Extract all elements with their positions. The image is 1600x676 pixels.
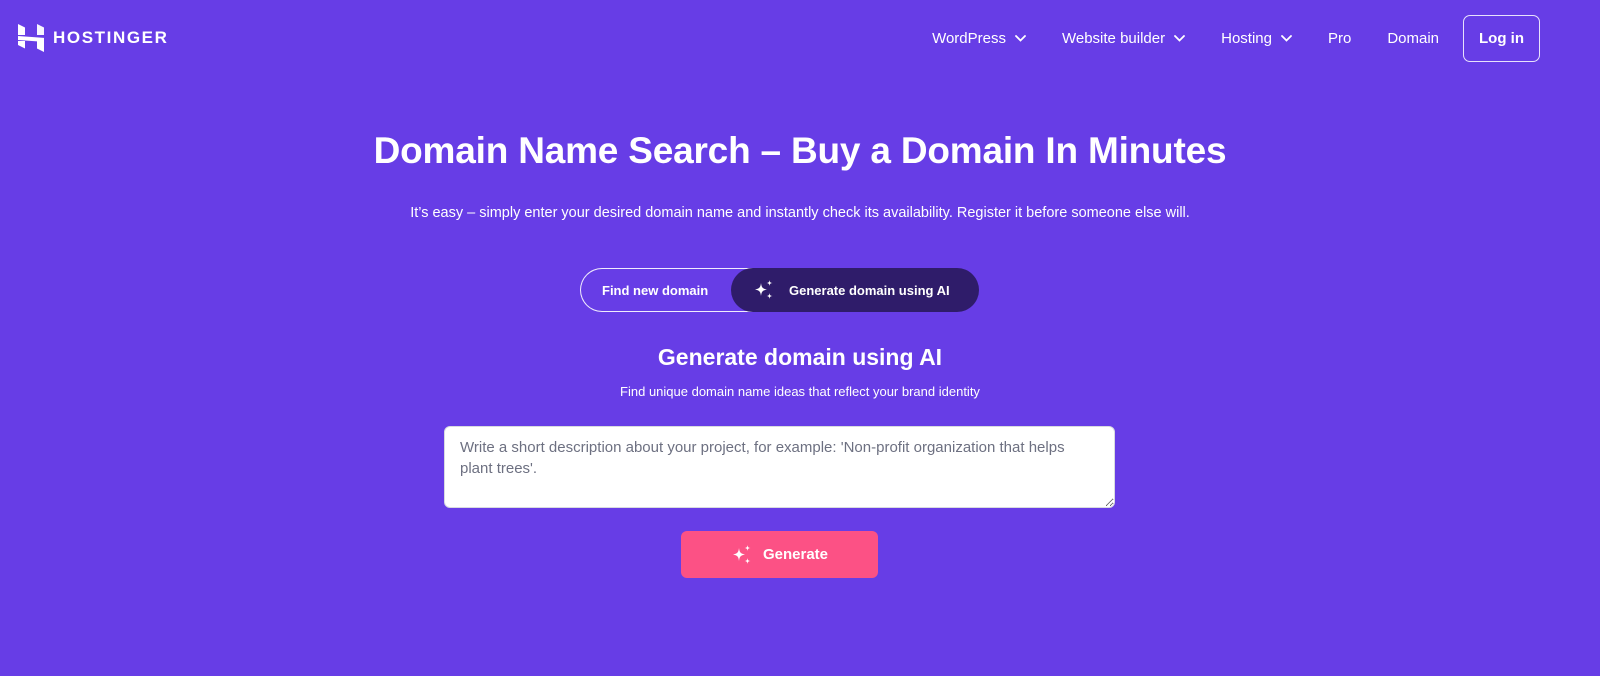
tab-label: Find new domain bbox=[602, 282, 709, 298]
nav-item-domain[interactable]: Domain bbox=[1387, 30, 1439, 47]
search-mode-toggle: Find new domain Generate domain using AI bbox=[580, 268, 979, 312]
hostinger-logo-icon bbox=[18, 24, 44, 52]
nav-item-website-builder[interactable]: Website builder bbox=[1061, 29, 1186, 47]
nav-item-label: Hosting bbox=[1221, 29, 1272, 47]
ai-section-title: Generate domain using AI bbox=[657, 344, 943, 370]
chevron-down-icon bbox=[1015, 34, 1026, 42]
top-nav-bar: HOSTINGER WordPress Website builder Host… bbox=[0, 0, 1600, 76]
chevron-down-icon bbox=[1174, 34, 1186, 42]
nav-item-hosting[interactable]: Hosting bbox=[1221, 30, 1292, 47]
project-description-input[interactable] bbox=[444, 426, 1115, 508]
tab-label: Generate domain using AI bbox=[789, 282, 950, 298]
chevron-down-icon bbox=[1281, 34, 1292, 42]
login-button[interactable]: Log in bbox=[1463, 14, 1540, 62]
page-subtitle: It’s easy – simply enter your desired do… bbox=[410, 205, 1190, 221]
nav-item-label: Pro bbox=[1327, 29, 1352, 47]
nav-item-wordpress[interactable]: WordPress bbox=[932, 30, 1026, 47]
nav-item-label: WordPress bbox=[932, 29, 1006, 47]
tab-generate-domain-ai[interactable]: Generate domain using AI bbox=[731, 268, 979, 312]
nav-item-label: Website builder bbox=[1061, 29, 1166, 47]
generate-button-label: Generate bbox=[762, 546, 829, 563]
sparkle-icon bbox=[755, 280, 773, 299]
tab-find-new-domain[interactable]: Find new domain bbox=[580, 268, 755, 312]
nav-item-label: Domain bbox=[1387, 29, 1439, 47]
page-title: Domain Name Search – Buy a Domain In Min… bbox=[373, 130, 1227, 171]
nav-item-pro[interactable]: Pro bbox=[1328, 30, 1351, 47]
ai-section-subtitle: Find unique domain name ideas that refle… bbox=[620, 384, 980, 399]
generate-button[interactable]: Generate bbox=[681, 531, 878, 578]
main-nav: WordPress Website builder Hosting Pro Do… bbox=[932, 14, 1540, 62]
brand-name: HOSTINGER bbox=[53, 28, 169, 47]
sparkle-icon bbox=[732, 544, 751, 564]
page: HOSTINGER WordPress Website builder Host… bbox=[0, 0, 1600, 676]
brand-logo[interactable]: HOSTINGER bbox=[18, 24, 168, 52]
